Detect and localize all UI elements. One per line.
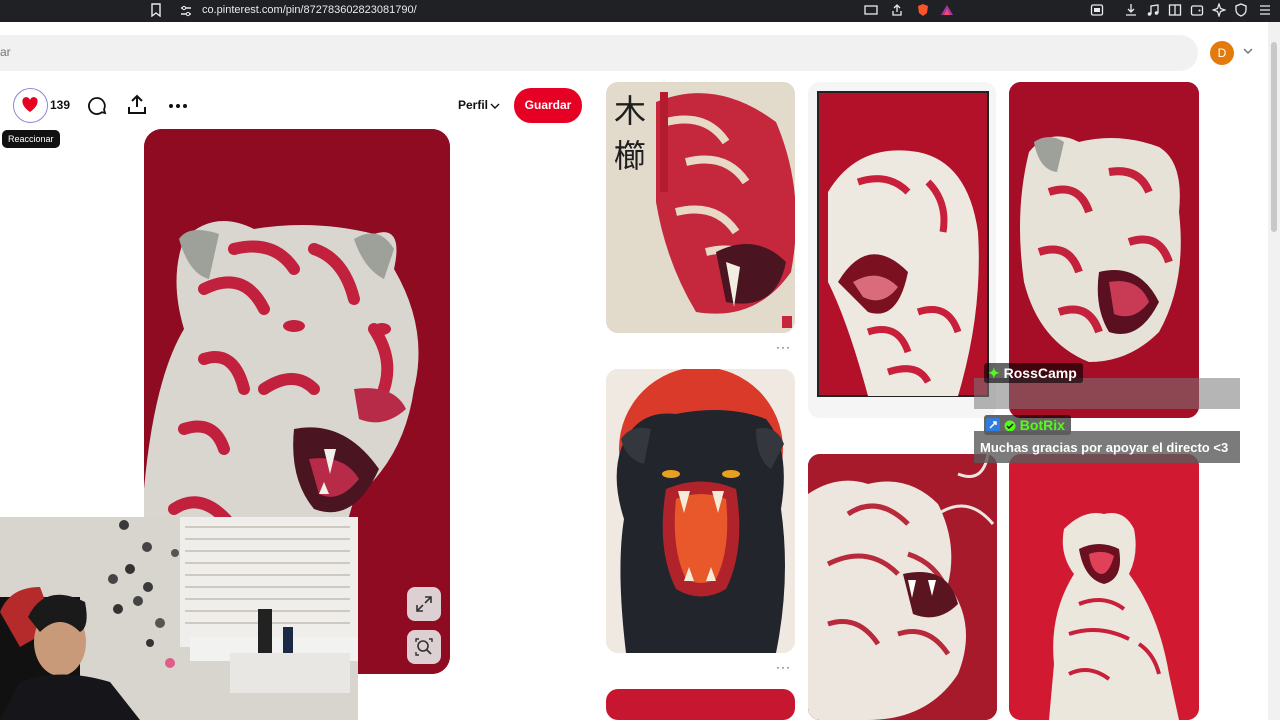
chevron-down-icon[interactable]	[1242, 45, 1254, 57]
expand-icon	[416, 596, 432, 612]
text-cursor-icon: ar	[0, 45, 11, 59]
svg-text:櫛: 櫛	[614, 137, 646, 175]
heart-icon	[22, 97, 38, 112]
roaring-tiger-illustration	[808, 82, 996, 418]
scrollbar-thumb[interactable]	[1271, 42, 1277, 232]
address-bar[interactable]: co.pinterest.com/pin/872783602823081790/	[172, 2, 962, 20]
chevron-down-icon[interactable]	[490, 101, 500, 111]
black-panther-illustration	[606, 369, 795, 653]
pin-card-red-partial[interactable]	[606, 689, 795, 720]
split-view-icon[interactable]	[1168, 3, 1182, 17]
white-dragon-illustration	[808, 454, 997, 720]
comment-icon[interactable]	[85, 94, 109, 118]
board-select[interactable]: Perfil	[458, 98, 488, 112]
pin-card-roaring-tiger[interactable]	[808, 82, 996, 418]
expand-button[interactable]	[407, 587, 441, 621]
standing-tiger-illustration	[1009, 454, 1199, 720]
lens-search-icon	[415, 638, 433, 656]
page-scrollbar[interactable]	[1268, 22, 1280, 720]
save-button[interactable]: Guardar	[514, 88, 582, 123]
brave-rewards-icon[interactable]	[940, 3, 954, 17]
url-text[interactable]: co.pinterest.com/pin/872783602823081790/	[202, 4, 417, 16]
site-settings-icon[interactable]	[180, 5, 192, 17]
pin-card-standing-tiger[interactable]	[1009, 454, 1199, 720]
screenshot-icon[interactable]	[864, 3, 878, 17]
pin-card-white-dragon[interactable]	[808, 454, 997, 720]
media-icon[interactable]	[1146, 3, 1160, 17]
vpn-shield-icon[interactable]	[1234, 3, 1248, 17]
reaction-count[interactable]: 139	[50, 98, 70, 112]
download-icon[interactable]	[1124, 3, 1138, 17]
menu-icon[interactable]	[1258, 3, 1272, 17]
browser-toolbar: co.pinterest.com/pin/872783602823081790/	[0, 0, 1280, 22]
streamer-webcam-image	[0, 517, 358, 720]
wallet-icon[interactable]	[1190, 3, 1204, 17]
pin-more-options-icon[interactable]: ···	[776, 660, 791, 674]
react-button[interactable]	[13, 88, 48, 123]
bot-badge-icon	[986, 418, 1000, 432]
sidebar-panel-icon[interactable]	[1090, 3, 1104, 17]
share-icon[interactable]	[890, 3, 904, 17]
avatar[interactable]: D	[1210, 41, 1234, 65]
more-options-icon[interactable]	[166, 94, 190, 118]
sabertooth-illustration: 木 櫛	[606, 82, 795, 333]
svg-text:木: 木	[614, 92, 646, 130]
visual-search-button[interactable]	[407, 630, 441, 664]
star-icon: ✦	[988, 365, 1000, 381]
chat-message: Muchas gracias por apoyar el directo <3	[974, 431, 1240, 463]
search-input[interactable]: ar	[0, 35, 1198, 71]
pin-more-options-icon[interactable]: ···	[776, 340, 791, 354]
pin-card-sabertooth[interactable]: 木 櫛	[606, 82, 795, 333]
pin-card-black-panther[interactable]	[606, 369, 795, 653]
bookmark-icon[interactable]	[150, 3, 162, 17]
ai-assistant-icon[interactable]	[1212, 3, 1226, 17]
brave-shield-icon[interactable]	[916, 3, 930, 17]
tooltip: Reaccionar	[2, 130, 60, 148]
chat-username-rosscamp: ✦ RossCamp	[984, 363, 1083, 383]
share-icon[interactable]	[125, 93, 149, 117]
webcam-overlay	[0, 517, 358, 720]
